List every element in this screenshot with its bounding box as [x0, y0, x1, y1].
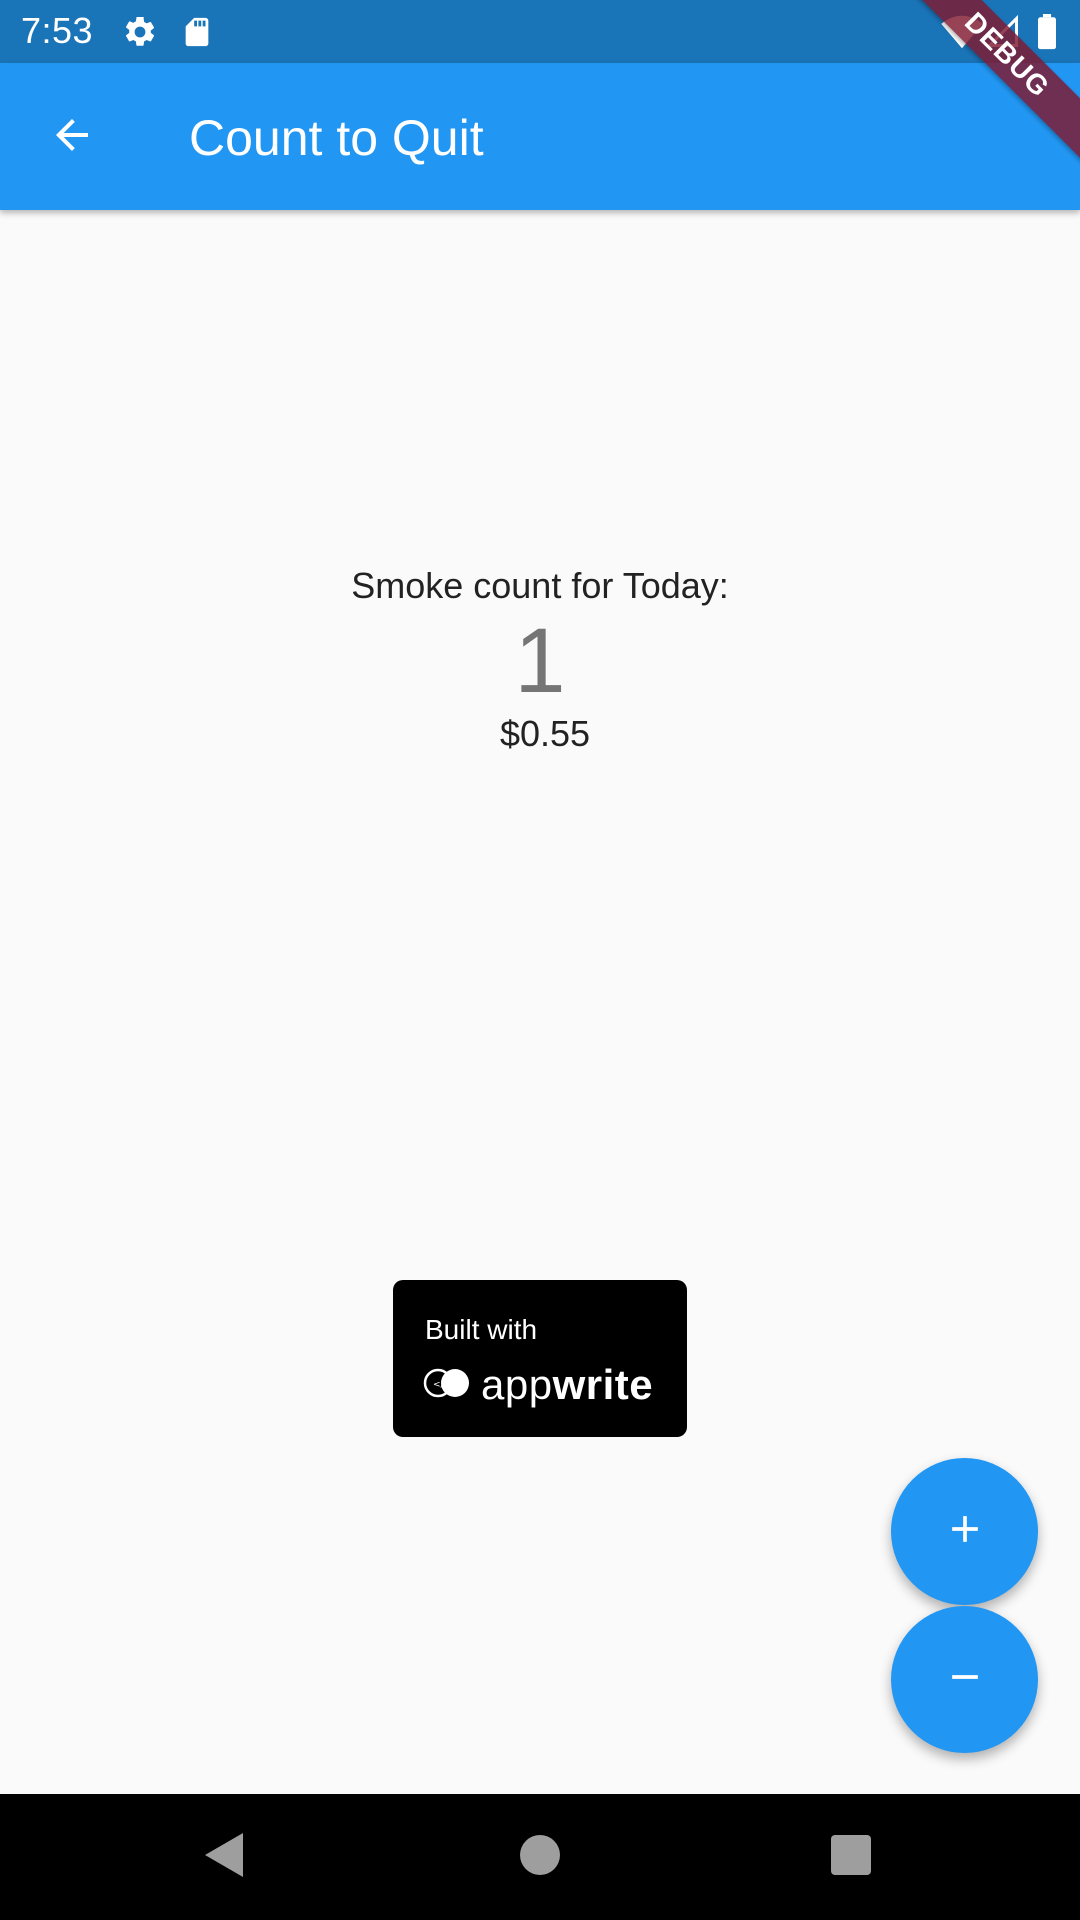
badge-brand-name: appwrite — [481, 1361, 653, 1409]
count-label: Smoke count for Today: — [351, 565, 729, 606]
battery-icon — [1036, 14, 1058, 55]
svg-text:</>: </> — [433, 1380, 451, 1390]
brand-bold-text: write — [552, 1361, 654, 1408]
nav-recents-button[interactable] — [816, 1822, 886, 1892]
sd-card-icon — [180, 14, 214, 55]
home-circle-icon — [520, 1834, 560, 1880]
system-nav-bar — [0, 1794, 1080, 1920]
decrement-fab[interactable] — [891, 1606, 1038, 1753]
back-button[interactable] — [34, 99, 110, 175]
brand-light-text: app — [481, 1361, 553, 1408]
cost-value: $0.55 — [499, 713, 591, 754]
gear-icon — [122, 14, 158, 55]
badge-built-with-text: Built with — [425, 1314, 538, 1345]
appwrite-logo-icon: </> — [423, 1367, 471, 1404]
status-bar: 7:53 — [0, 0, 1080, 63]
count-value: 1 — [514, 610, 566, 712]
increment-fab[interactable] — [891, 1458, 1038, 1605]
nav-home-button[interactable] — [505, 1822, 575, 1892]
status-time: 7:53 — [21, 10, 94, 51]
built-with-appwrite-badge[interactable]: Built with </> appwrite — [393, 1280, 687, 1437]
back-triangle-icon — [203, 1831, 247, 1884]
page-title: Count to Quit — [189, 110, 484, 166]
minus-icon — [943, 1655, 987, 1704]
nav-back-button[interactable] — [190, 1822, 260, 1892]
plus-icon — [943, 1507, 987, 1556]
app-screen: 7:53 DEBUG Count to Quit Smoke count for… — [0, 0, 1080, 1920]
recents-square-icon — [831, 1834, 871, 1880]
app-bar: Count to Quit — [0, 63, 1080, 210]
badge-logo-row: </> appwrite — [423, 1360, 653, 1410]
arrow-back-icon — [48, 111, 96, 164]
